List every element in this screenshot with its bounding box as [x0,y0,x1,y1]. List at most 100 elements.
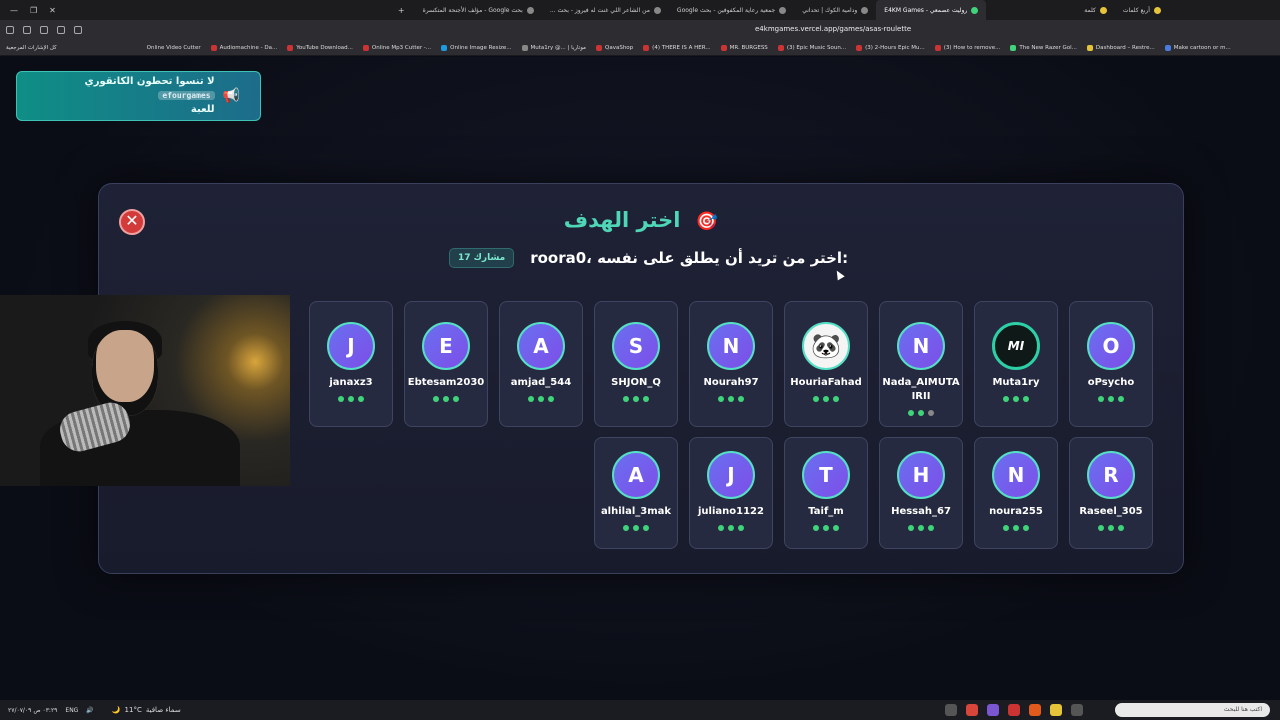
life-dot [833,396,839,402]
bookmark-item[interactable]: Dashboard – Restre... [1086,44,1155,51]
player-avatar: E [422,322,470,370]
bookmark-item[interactable]: (3) How to remove... [934,44,1000,51]
bookmarks-bar: كل الإشارات المرجعية Online Video Cutter… [0,40,1280,56]
player-avatar: A [612,451,660,499]
player-avatar: J [707,451,755,499]
bookmark-item[interactable]: كل الإشارات المرجعية [6,45,57,51]
player-card[interactable]: Jjuliano1122 [689,437,773,549]
modal-subtitle: roora0، اختر من تريد أن يطلق على نفسه: [530,249,849,267]
folder-icon[interactable] [1050,704,1062,716]
browser-tab[interactable]: جمعية رعاية المكفوفين - بحث Google [669,0,794,20]
player-avatar: T [802,451,850,499]
bookmark-item[interactable]: (3) Epic Music Soun... [777,44,846,51]
browser-toolbar: e4kmgames.vercel.app/games/asas-roulette [0,20,1280,40]
player-card[interactable]: N Nourah97 [689,301,773,427]
volume-icon[interactable]: 🔊 [86,707,93,714]
life-dot [1098,396,1104,402]
player-card[interactable]: OoPsycho [1069,301,1153,427]
player-card[interactable]: Aamjad_544 [499,301,583,427]
bookmark-item[interactable]: QavaShop [596,44,633,51]
player-avatar: 🐼 [802,322,850,370]
sidebar-icon[interactable] [74,26,82,34]
app-icon[interactable] [1071,704,1083,716]
bookmark-item[interactable]: (4) THERE IS A HER... [643,44,711,51]
life-dot [833,525,839,531]
player-name: SHJON_Q [611,377,661,388]
life-dot [1108,525,1114,531]
language-indicator[interactable]: ENG [65,707,78,714]
player-name: Raseel_305 [1079,506,1143,517]
browser-tab[interactable]: من الشاعر اللي غنت له فيروز - بحث ... [542,0,669,20]
restore-icon[interactable]: ❐ [30,6,37,15]
moon-icon: 🌙 [111,706,121,714]
player-avatar: O [1087,322,1135,370]
browser-tab-active[interactable]: روليت عصمعي - E4KM Games [876,0,987,20]
minimize-icon[interactable]: — [10,6,18,15]
bookmark-item[interactable]: Online Mp3 Cutter -... [362,44,431,51]
player-avatar: A [517,322,565,370]
browser-tab[interactable]: كلمة [1076,0,1115,20]
player-name: HouriaFahad [790,377,862,388]
life-dot [538,396,544,402]
browser-tab[interactable]: ودامية الكوك | تحداني [794,0,876,20]
player-avatar: R [1087,451,1135,499]
player-card[interactable]: MI Muta1ry [974,301,1058,427]
new-tab-icon[interactable]: + [398,6,405,15]
bookmark-item[interactable]: Make cartoon or m... [1164,44,1231,51]
weather-widget[interactable]: 🌙 11°C سماء صافية [112,706,181,714]
wallet-icon[interactable] [57,26,65,34]
life-dot [823,396,829,402]
close-window-icon[interactable]: ✕ [49,6,56,15]
life-dot [1013,525,1019,531]
player-card[interactable]: H Hessah_67 [879,437,963,549]
bookmark-item[interactable]: Online Image Resize... [441,44,512,51]
settings-icon[interactable] [23,26,31,34]
life-dot [718,396,724,402]
player-name: noura255 [989,506,1043,517]
os-taskbar: ٠٣:٢٩ ص ٢٧/٠٧/٠٩ ENG 🔊 🌙 11°C سماء صافية… [0,700,1280,720]
player-card[interactable]: R Raseel_305 [1069,437,1153,549]
clock[interactable]: ٠٣:٢٩ ص ٢٧/٠٧/٠٩ [8,707,57,714]
player-name: amjad_544 [510,377,572,388]
life-dot [823,525,829,531]
life-dot [348,396,354,402]
player-card[interactable]: Jjanaxz3 [309,301,393,427]
player-card[interactable]: T Taif_m [784,437,868,549]
life-dot [908,410,914,416]
app-icon[interactable] [945,704,957,716]
bookmark-item[interactable]: Muta1ry @... | موتاريا [521,44,586,51]
brave-icon[interactable] [1029,704,1041,716]
extensions-icon[interactable] [40,26,48,34]
player-card[interactable]: Aalhilal_3mak [594,437,678,549]
life-dot [623,525,629,531]
app-icon[interactable] [1008,704,1020,716]
lives-indicator [623,396,649,402]
address-bar[interactable]: e4kmgames.vercel.app/games/asas-roulette [755,25,911,33]
player-card[interactable]: N Nada_AIMUTAIRII [879,301,963,427]
browser-tab[interactable]: أربع كلمات [1115,0,1169,20]
player-card[interactable]: S SHJON_Q [594,301,678,427]
bookmark-item[interactable]: Online Video Cutter [147,45,201,51]
browser-tab[interactable]: بحث Google - مؤلف الأجنحة المتكسرة [415,0,542,20]
life-dot [358,396,364,402]
life-dot [528,396,534,402]
chrome-icon[interactable] [966,704,978,716]
taskbar-search[interactable]: اكتب هنا للبحث [1115,703,1270,717]
player-avatar: N [992,451,1040,499]
player-name: Ebtesam2030 [407,377,485,388]
category-reminder-toast: 📢 لا تنسوا تحطون الكاتقوري efourgames لل… [16,71,261,121]
bookmark-item[interactable]: The New Razer Gol... [1010,44,1077,51]
app-icon[interactable] [987,704,999,716]
bookmark-item[interactable]: Audiomachine - Da... [210,44,277,51]
player-card[interactable]: E Ebtesam2030 [404,301,488,427]
life-dot [928,410,934,416]
player-card[interactable]: Nnoura255 [974,437,1058,549]
bookmark-item[interactable]: YouTube Download... [287,44,353,51]
bookmark-item[interactable]: MR. BURGESS [720,44,768,51]
life-dot [1108,396,1114,402]
life-dot [433,396,439,402]
player-card[interactable]: 🐼 HouriaFahad [784,301,868,427]
menu-icon[interactable] [6,26,14,34]
bookmark-item[interactable]: (3) 2-Hours Epic Mu... [856,44,925,51]
life-dot [1118,396,1124,402]
